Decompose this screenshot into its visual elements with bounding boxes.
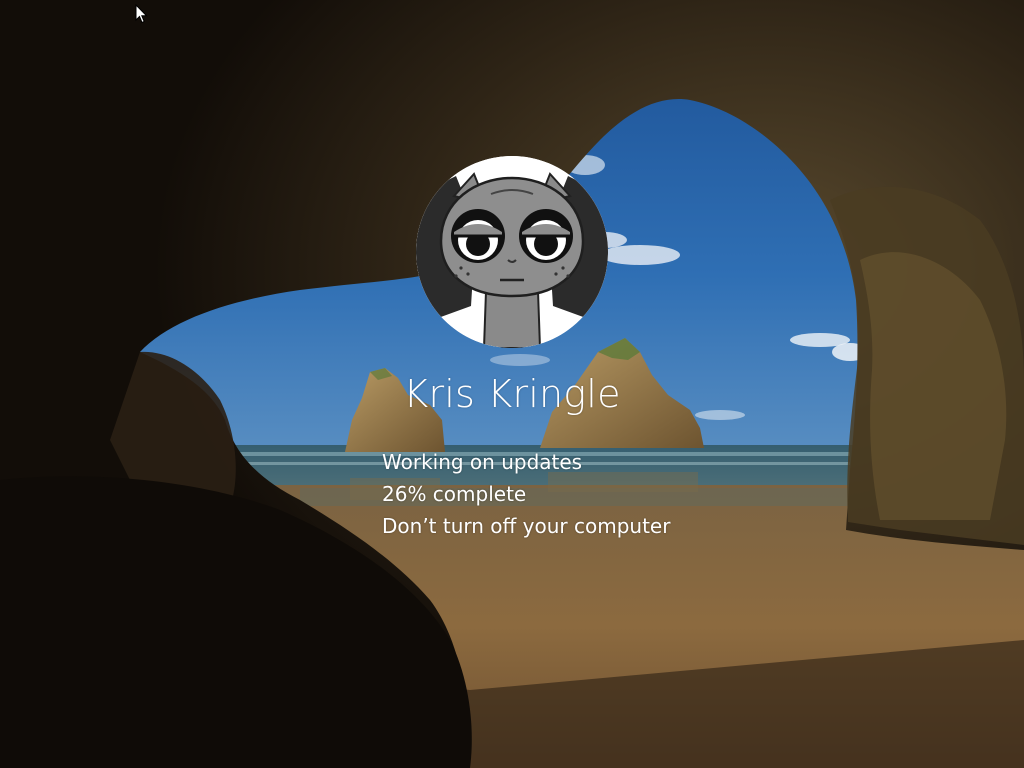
update-status-working: Working on updates: [382, 450, 583, 474]
update-warning-text: Don’t turn off your computer: [382, 514, 671, 538]
user-avatar: [416, 156, 608, 348]
lock-screen: Kris Kringle Working on updates 26% comp…: [0, 0, 1024, 768]
user-name: Kris Kringle: [403, 372, 621, 416]
update-progress-text: 26% complete: [382, 482, 527, 506]
mouse-pointer-icon: [135, 4, 148, 24]
update-status: Working on updates 26% complete Don’t tu…: [382, 446, 802, 542]
cartoon-character-avatar-icon: [416, 156, 608, 348]
